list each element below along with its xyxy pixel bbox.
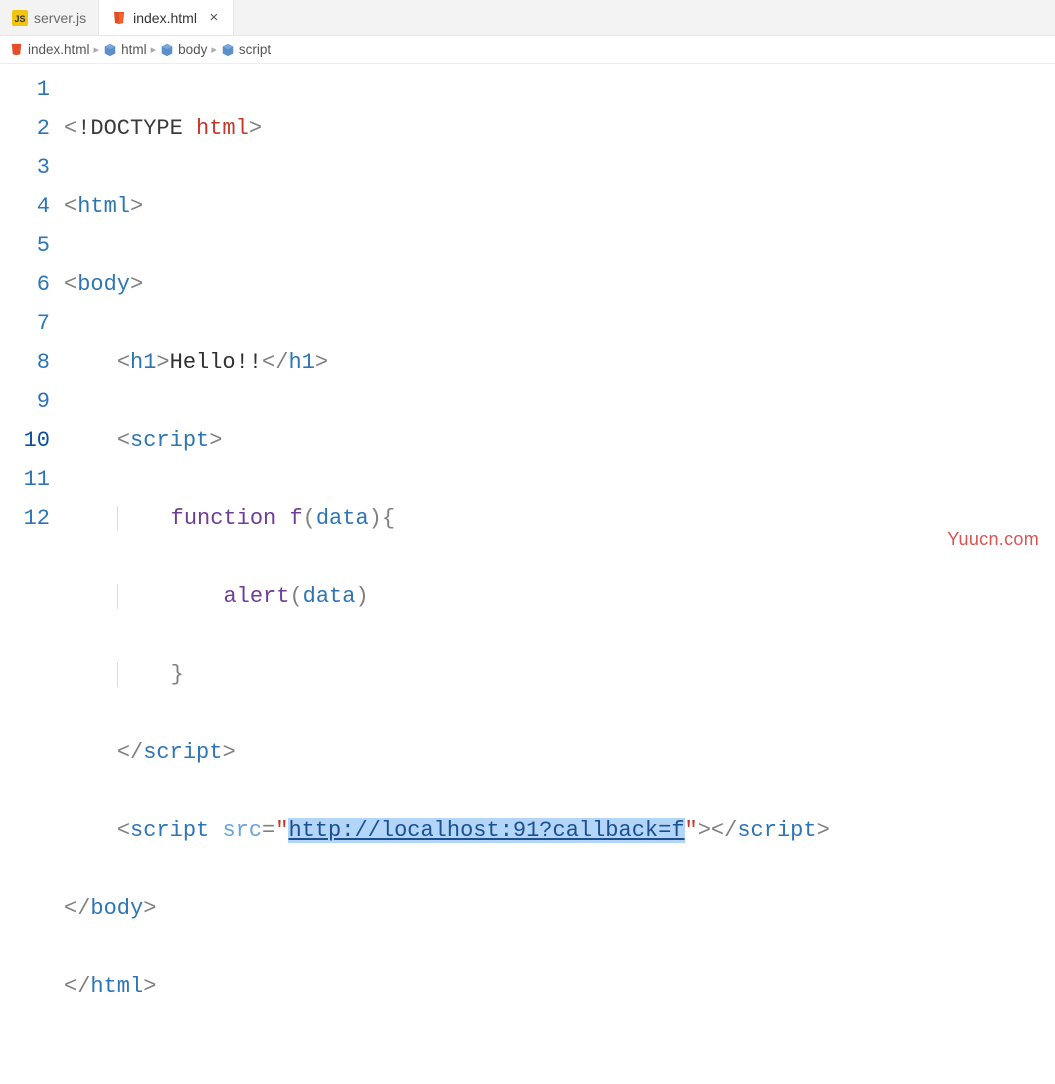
crumb-label: index.html <box>28 42 90 57</box>
code-line[interactable]: <h1>Hello!!</h1> <box>64 343 1055 382</box>
tab-server-js[interactable]: JS server.js <box>0 0 99 35</box>
breadcrumb-body[interactable]: body <box>160 42 207 57</box>
html-icon <box>111 10 127 26</box>
watermark: Yuucn.com <box>947 529 1039 550</box>
chevron-right-icon: ▸ <box>211 43 217 56</box>
line-number: 9 <box>0 382 50 421</box>
crumb-label: html <box>121 42 147 57</box>
line-number: 2 <box>0 109 50 148</box>
line-number: 12 <box>0 499 50 538</box>
breadcrumbs: index.html ▸ html ▸ body ▸ script <box>0 36 1055 64</box>
js-icon: JS <box>12 10 28 26</box>
line-number: 5 <box>0 226 50 265</box>
line-number: 4 <box>0 187 50 226</box>
code-line[interactable]: } <box>64 655 1055 694</box>
code-line[interactable]: <html> <box>64 187 1055 226</box>
cube-icon <box>221 43 235 57</box>
code-area[interactable]: <!DOCTYPE html> <html> <body> <h1>Hello!… <box>64 70 1055 1084</box>
code-line[interactable]: alert(data) <box>64 577 1055 616</box>
url-text: http://localhost:91?callback=f <box>288 818 684 843</box>
code-line[interactable]: </html> <box>64 967 1055 1006</box>
line-number: 8 <box>0 343 50 382</box>
breadcrumb-script[interactable]: script <box>221 42 271 57</box>
close-icon[interactable]: × <box>207 11 221 25</box>
html-file-icon <box>8 42 24 58</box>
code-line[interactable]: <script> <box>64 421 1055 460</box>
chevron-right-icon: ▸ <box>151 43 157 56</box>
tabs-bar: JS server.js index.html × <box>0 0 1055 36</box>
code-line[interactable]: </body> <box>64 889 1055 928</box>
tab-label: server.js <box>34 10 86 26</box>
tab-label: index.html <box>133 10 197 26</box>
line-number: 1 <box>0 70 50 109</box>
breadcrumb-file[interactable]: index.html <box>8 42 90 58</box>
editor[interactable]: 1 2 3 4 5 6 7 8 9 10 11 12 <!DOCTYPE htm… <box>0 64 1055 1084</box>
svg-text:JS: JS <box>14 14 25 24</box>
breadcrumb-html[interactable]: html <box>103 42 147 57</box>
line-number: 6 <box>0 265 50 304</box>
cube-icon <box>103 43 117 57</box>
code-line[interactable]: <!DOCTYPE html> <box>64 109 1055 148</box>
tab-index-html[interactable]: index.html × <box>99 0 234 35</box>
crumb-label: body <box>178 42 207 57</box>
line-number: 7 <box>0 304 50 343</box>
code-line[interactable]: function f(data){ <box>64 499 1055 538</box>
chevron-right-icon: ▸ <box>94 43 100 56</box>
code-line[interactable]: </script> <box>64 733 1055 772</box>
code-line[interactable]: <script src="http://localhost:91?callbac… <box>64 811 1055 850</box>
line-number-gutter: 1 2 3 4 5 6 7 8 9 10 11 12 <box>0 70 64 1084</box>
line-number: 10 <box>0 421 50 460</box>
line-number: 11 <box>0 460 50 499</box>
cube-icon <box>160 43 174 57</box>
line-number: 3 <box>0 148 50 187</box>
crumb-label: script <box>239 42 271 57</box>
code-line[interactable]: <body> <box>64 265 1055 304</box>
